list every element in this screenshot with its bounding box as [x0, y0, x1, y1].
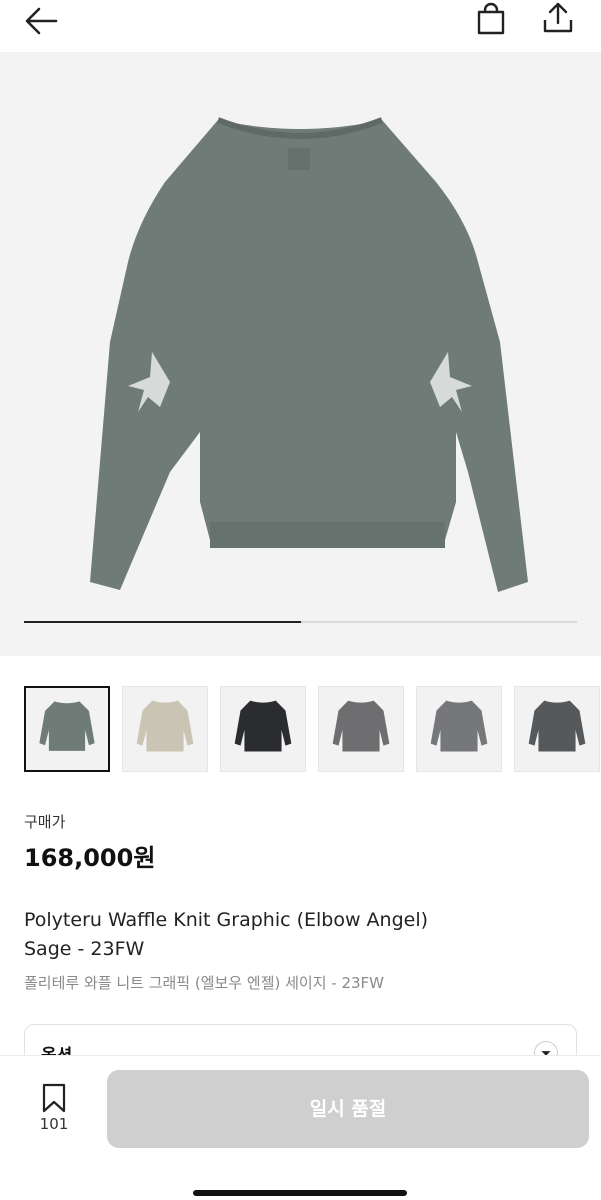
- color-thumbnail[interactable]: [416, 686, 502, 772]
- color-thumbnail[interactable]: [318, 686, 404, 772]
- thumbnail-image: [26, 688, 108, 770]
- home-indicator: [193, 1190, 407, 1196]
- price-label: 구매가: [24, 813, 66, 831]
- gallery-progress-fill: [24, 621, 301, 623]
- thumbnail-image: [221, 687, 305, 771]
- wishlist-count: 101: [39, 1115, 69, 1133]
- color-thumbnail[interactable]: [220, 686, 306, 772]
- price-value: 168,000원: [24, 844, 156, 872]
- product-title-en-line1: Polyteru Waffle Knit Graphic (Elbow Ange…: [24, 909, 429, 931]
- color-thumbnail[interactable]: [122, 686, 208, 772]
- product-title-en: Polyteru Waffle Knit Graphic (Elbow Ange…: [24, 906, 584, 964]
- thumbnail-image: [515, 687, 599, 771]
- share-icon[interactable]: [540, 0, 576, 36]
- thumbnail-image: [123, 687, 207, 771]
- color-thumbnail[interactable]: [24, 686, 110, 772]
- shopping-bag-icon[interactable]: [474, 2, 508, 36]
- bottom-action-bar: 101 일시 품절: [0, 1055, 601, 1200]
- product-title-ko: 폴리테루 와플 니트 그래픽 (엘보우 엔젤) 세이지 - 23FW: [24, 974, 385, 992]
- bookmark-icon: [42, 1083, 66, 1113]
- product-image-gallery[interactable]: [0, 52, 601, 656]
- sold-out-button[interactable]: 일시 품절: [107, 1070, 589, 1148]
- color-thumbnail-row: [24, 686, 601, 772]
- thumbnail-image: [417, 687, 501, 771]
- product-main-image: [0, 52, 601, 656]
- wishlist-button[interactable]: 101: [36, 1083, 72, 1139]
- arrow-left-icon[interactable]: [22, 4, 62, 38]
- thumbnail-image: [319, 687, 403, 771]
- gallery-progress-bar: [24, 621, 577, 623]
- product-title-en-line2: Sage - 23FW: [24, 938, 145, 960]
- top-navigation-bar: [0, 0, 601, 50]
- color-thumbnail[interactable]: [514, 686, 600, 772]
